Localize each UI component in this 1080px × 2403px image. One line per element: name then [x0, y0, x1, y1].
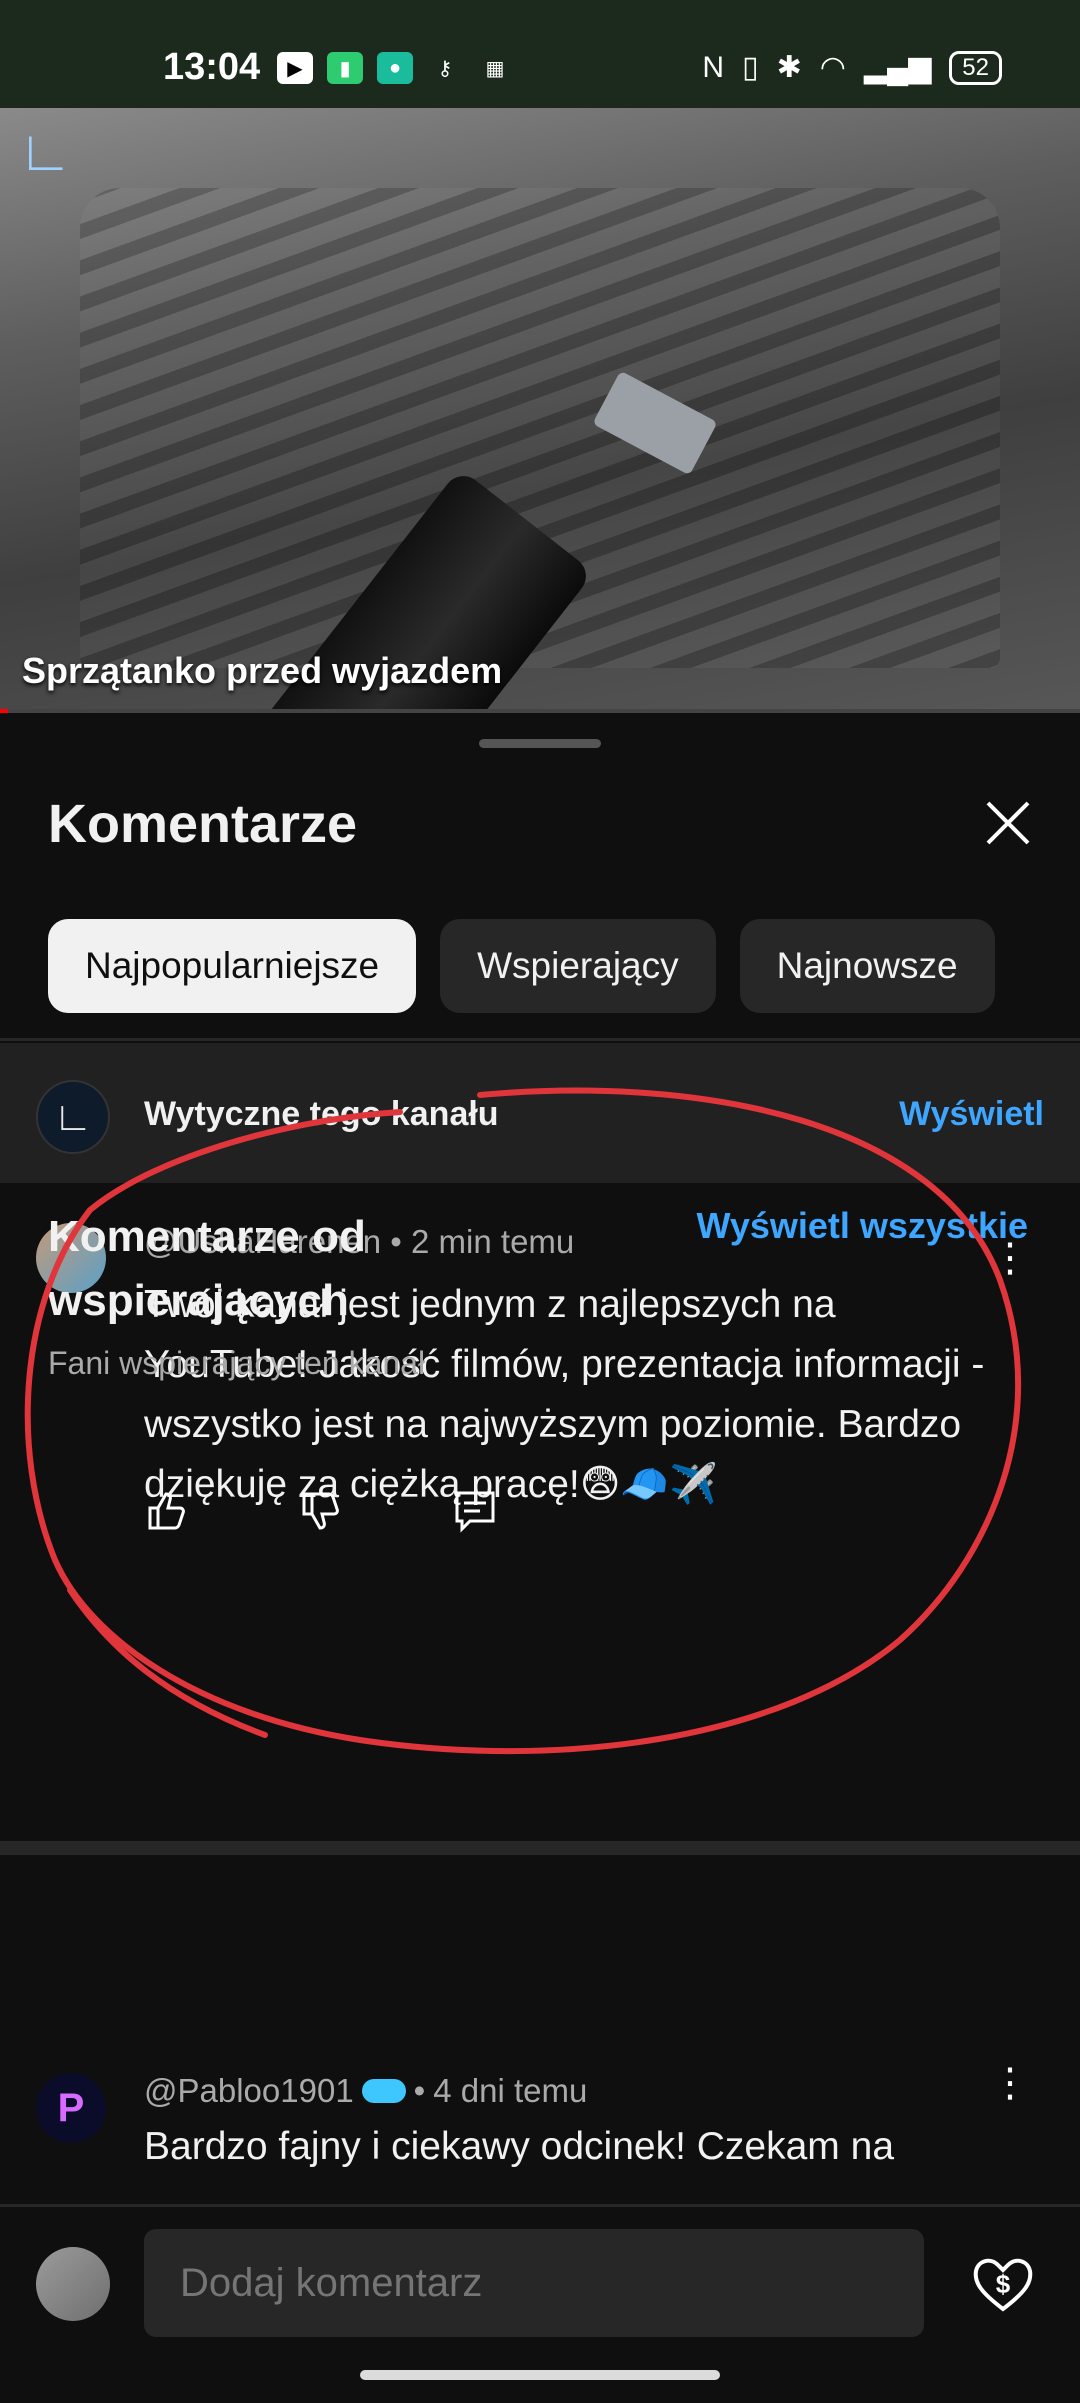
chip-newest[interactable]: Najnowsze: [739, 919, 995, 1013]
add-comment-input[interactable]: [144, 2229, 924, 2337]
battery-indicator: 52: [949, 50, 1002, 85]
super-thanks-icon[interactable]: $: [970, 2251, 1036, 2317]
channel-guidelines-row[interactable]: ∟ Wytyczne tego kanału Wyświetl: [0, 1043, 1080, 1183]
chat-icon: ●: [377, 52, 413, 84]
meta-separator: •: [413, 2072, 426, 2109]
section-separator: [0, 1841, 1080, 1855]
vibrate-icon: ▯: [742, 51, 759, 84]
comment-actions: [144, 1488, 498, 1534]
sheet-title: Komentarze: [48, 794, 358, 854]
avatar[interactable]: P: [36, 2073, 106, 2143]
system-icons: N ▯ ✱ ◠ ▂▄▆ 52: [702, 50, 1002, 85]
calendar-icon: ▦: [485, 57, 505, 80]
close-icon[interactable]: [980, 795, 1036, 851]
divider: [0, 1038, 1080, 1041]
guidelines-view-link[interactable]: Wyświetl: [899, 1095, 1044, 1134]
svg-text:$: $: [996, 2269, 1011, 2299]
avatar: [36, 2247, 110, 2321]
comment-composer-bar: $: [0, 2204, 1080, 2403]
dislike-icon[interactable]: [298, 1488, 344, 1534]
signal-icon: ▂▄▆: [863, 51, 932, 84]
sheet-drag-handle[interactable]: [479, 739, 601, 748]
comment-time: 4 dni temu: [433, 2072, 588, 2109]
sort-chips: Najpopularniejsze Wspierający Najnowsze: [48, 919, 995, 1013]
wifi-icon: ◠: [819, 51, 846, 84]
video-title: Sprzątanko przed wyjazdem: [22, 650, 503, 691]
supporters-title: Komentarze od wspierających: [48, 1212, 366, 1325]
comment-meta: @Pabloo1901 • 4 dni temu: [144, 2072, 587, 2110]
reply-icon[interactable]: [452, 1488, 498, 1534]
keyhole-icon: ⚷: [437, 57, 453, 80]
channel-watermark-icon: ∟: [18, 119, 73, 182]
more-options-icon[interactable]: ⋮: [990, 2060, 1030, 2106]
chip-supporters[interactable]: Wspierający: [440, 919, 716, 1013]
status-time: 13:04: [163, 46, 261, 88]
like-icon[interactable]: [144, 1488, 190, 1534]
notification-icons: ▶ ▮ ● ⚷ ▦: [277, 52, 513, 84]
supporter-comment-item: P @Pabloo1901 • 4 dni temu Bardzo fajny …: [0, 2020, 1080, 2168]
supporters-view-all-link[interactable]: Wyświetl wszystkie: [697, 1205, 1029, 1247]
comment-author[interactable]: @Pabloo1901: [144, 2072, 354, 2110]
supporters-subtitle: Fani wspierający ten kanał: [48, 1345, 426, 1381]
video-player[interactable]: [0, 108, 1080, 713]
chip-top[interactable]: Najpopularniejsze: [48, 919, 417, 1013]
nfc-icon: N: [702, 50, 725, 84]
battery-saver-icon: ▮: [327, 52, 363, 84]
youtube-icon: ▶: [277, 52, 313, 84]
home-indicator[interactable]: [360, 2370, 720, 2380]
comment-text: Bardzo fajny i ciekawy odcinek! Czekam n…: [144, 2125, 895, 2168]
channel-avatar: ∟: [36, 1080, 110, 1154]
status-bar: 13:04 ▶ ▮ ● ⚷ ▦ N ▯ ✱ ◠ ▂▄▆ 52: [0, 0, 1080, 108]
bluetooth-icon: ✱: [776, 51, 802, 84]
supporter-badge-icon: [361, 2079, 406, 2103]
guidelines-text: Wytyczne tego kanału: [144, 1095, 499, 1133]
